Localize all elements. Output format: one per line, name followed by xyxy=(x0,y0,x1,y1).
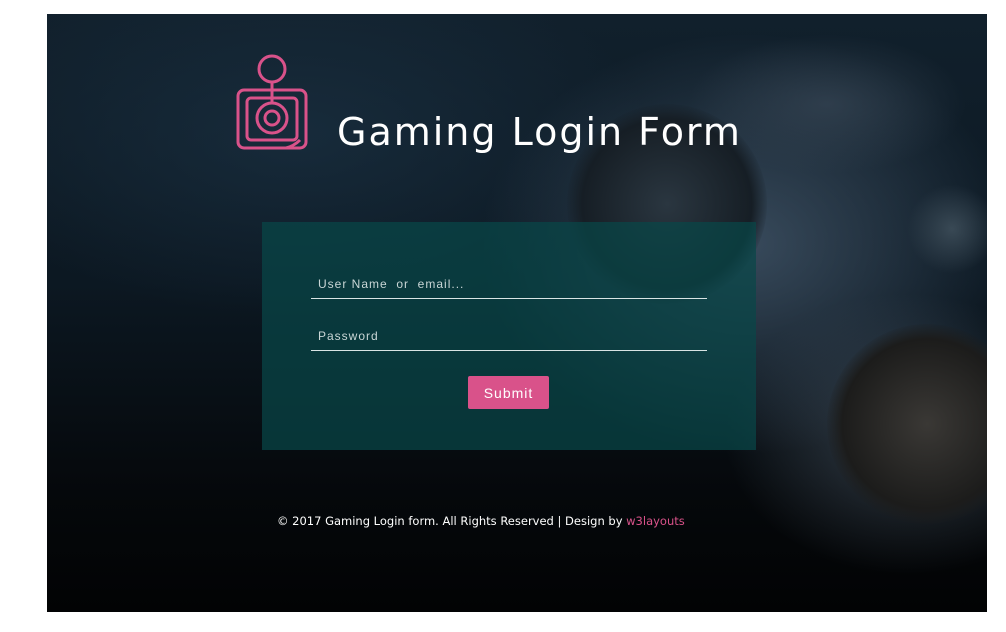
submit-button[interactable]: Submit xyxy=(468,376,549,409)
page-title: Gaming Login Form xyxy=(337,110,742,154)
footer: © 2017 Gaming Login form. All Rights Res… xyxy=(277,514,685,528)
joystick-icon xyxy=(236,54,308,150)
login-page: Gaming Login Form Submit © 2017 Gaming L… xyxy=(47,14,987,612)
login-form: Submit xyxy=(262,222,756,450)
copyright-text: © 2017 Gaming Login form. All Rights Res… xyxy=(277,514,627,528)
password-input[interactable] xyxy=(311,321,707,351)
background-controller-shape xyxy=(907,184,987,274)
background-controller-shape xyxy=(827,324,987,524)
designer-link[interactable]: w3layouts xyxy=(626,514,685,528)
username-input[interactable] xyxy=(311,269,707,299)
